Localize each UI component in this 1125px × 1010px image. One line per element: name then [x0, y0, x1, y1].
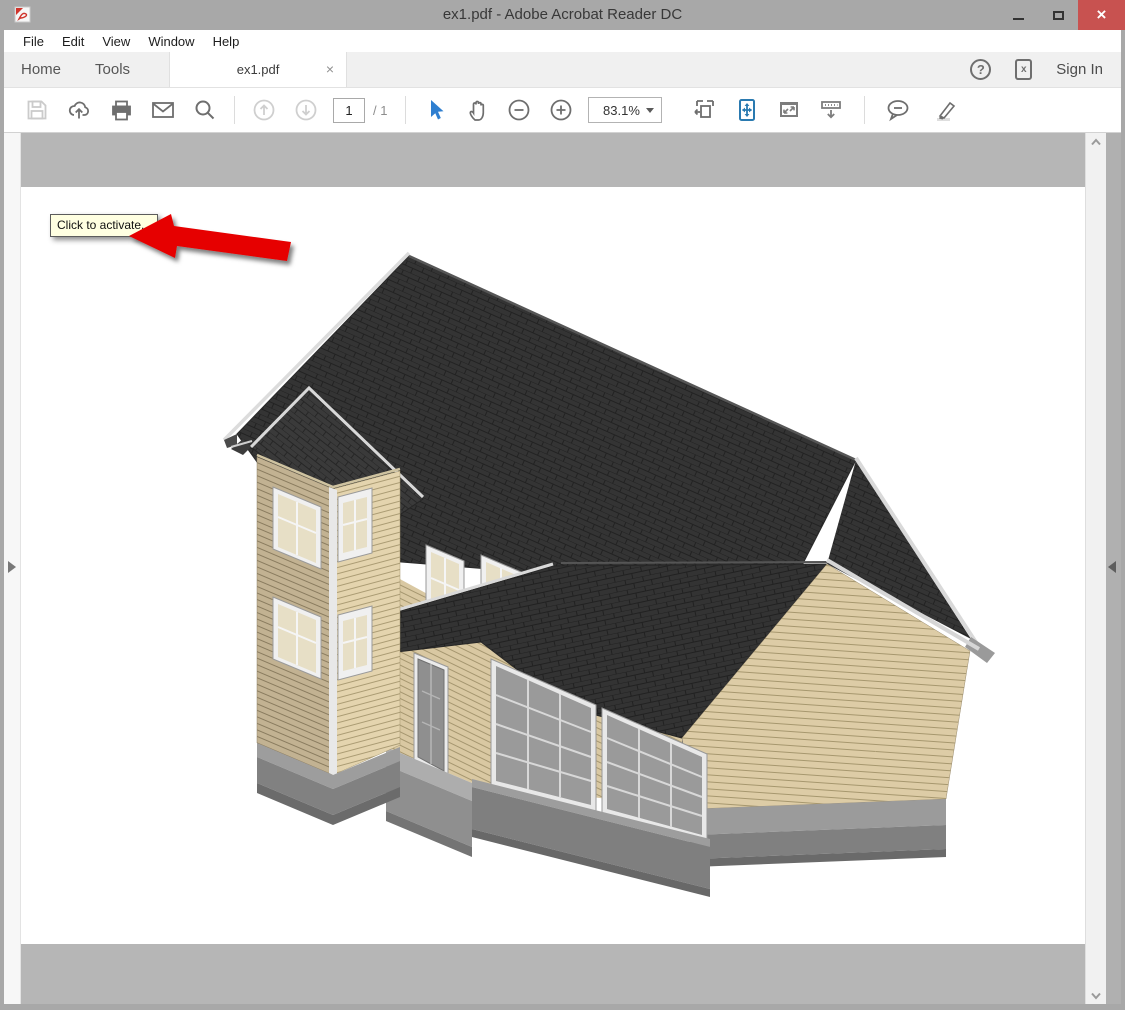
pdf-page: Click to activate...: [21, 187, 1085, 944]
maximize-icon: [1053, 11, 1064, 20]
menu-file[interactable]: File: [14, 34, 53, 49]
toolbar-separator: [864, 96, 865, 124]
tab-bar: Home Tools ex1.pdf × ? x Sign In: [4, 52, 1121, 88]
document-area: Click to activate...: [4, 133, 1121, 1004]
front-door: [414, 653, 448, 777]
page-number-input[interactable]: [333, 98, 365, 123]
email-button[interactable]: [142, 94, 184, 126]
toolbar: / 1 83: [4, 88, 1121, 133]
fullscreen-icon: [776, 97, 802, 123]
tab-document-label: ex1.pdf: [237, 62, 280, 77]
minimize-button[interactable]: [998, 0, 1038, 30]
highlight-button[interactable]: [925, 94, 967, 126]
zoom-in-button[interactable]: [540, 94, 582, 126]
scroll-down-button[interactable]: [1086, 987, 1106, 1004]
scroll-up-button[interactable]: [1086, 133, 1106, 150]
bay-window: [338, 606, 372, 680]
highlight-icon: [932, 96, 960, 124]
page-count-label: / 1: [373, 103, 387, 118]
fit-width-button[interactable]: [684, 94, 726, 126]
chevron-down-icon: [1090, 992, 1102, 1000]
hand-tool-button[interactable]: [456, 94, 498, 126]
sign-in-button[interactable]: Sign In: [1056, 61, 1103, 78]
chevron-up-icon: [1090, 138, 1102, 146]
navigation-pane-strip[interactable]: [4, 133, 21, 1004]
hand-tool-icon: [464, 97, 490, 123]
previous-page-button[interactable]: [243, 94, 285, 126]
comment-icon: [884, 96, 912, 124]
tab-close-icon[interactable]: ×: [326, 61, 334, 77]
menu-bar: File Edit View Window Help: [4, 30, 1121, 52]
window-title: ex1.pdf - Adobe Acrobat Reader DC: [0, 0, 1125, 30]
bay-window: [338, 488, 372, 562]
acrobat-window: ex1.pdf - Adobe Acrobat Reader DC × File…: [0, 0, 1125, 1010]
email-icon: [150, 97, 176, 123]
close-button[interactable]: ×: [1078, 0, 1125, 30]
zoom-out-button[interactable]: [498, 94, 540, 126]
fullscreen-button[interactable]: [768, 94, 810, 126]
title-bar: ex1.pdf - Adobe Acrobat Reader DC ×: [0, 0, 1125, 30]
close-icon: ×: [1097, 5, 1107, 25]
print-button[interactable]: [100, 94, 142, 126]
hide-toolbar-button[interactable]: [810, 94, 852, 126]
toolbar-separator: [405, 96, 406, 124]
help-icon[interactable]: ?: [970, 59, 991, 80]
toolbar-separator: [234, 96, 235, 124]
search-icon: [192, 97, 218, 123]
save-button[interactable]: [16, 94, 58, 126]
tab-home[interactable]: Home: [4, 52, 78, 87]
zoom-level-value: 83.1%: [596, 103, 646, 118]
bay-window-tower: [257, 455, 400, 825]
zoom-in-icon: [548, 97, 574, 123]
page-up-icon: [251, 97, 277, 123]
hide-toolbar-icon: [818, 97, 844, 123]
share-button[interactable]: [58, 94, 100, 126]
chevron-down-icon: [646, 108, 654, 113]
save-icon: [25, 98, 49, 122]
fit-page-button[interactable]: [726, 94, 768, 126]
fit-page-icon: [734, 97, 760, 123]
tab-document[interactable]: ex1.pdf ×: [169, 52, 347, 87]
zoom-level-dropdown[interactable]: 83.1%: [588, 97, 662, 123]
cloud-upload-icon: [66, 97, 92, 123]
select-tool-icon: [423, 98, 447, 122]
mobile-device-icon[interactable]: x: [1015, 59, 1032, 80]
menu-view[interactable]: View: [93, 34, 139, 49]
menu-window[interactable]: Window: [139, 34, 203, 49]
fit-width-icon: [692, 97, 718, 123]
zoom-out-icon: [506, 97, 532, 123]
search-button[interactable]: [184, 94, 226, 126]
comment-button[interactable]: [877, 94, 919, 126]
page-down-icon: [293, 97, 319, 123]
vertical-scrollbar[interactable]: [1085, 133, 1106, 1004]
document-canvas: Click to activate...: [21, 133, 1085, 1004]
next-page-button[interactable]: [285, 94, 327, 126]
tab-tools[interactable]: Tools: [78, 52, 147, 87]
select-tool-button[interactable]: [414, 94, 456, 126]
menu-edit[interactable]: Edit: [53, 34, 93, 49]
maximize-button[interactable]: [1038, 0, 1078, 30]
menu-help[interactable]: Help: [204, 34, 249, 49]
tools-pane-strip[interactable]: [1106, 133, 1121, 1004]
open-tools-pane-icon[interactable]: [1108, 561, 1116, 573]
minimize-icon: [1013, 18, 1024, 20]
print-icon: [109, 98, 134, 123]
open-nav-pane-icon[interactable]: [8, 561, 16, 573]
